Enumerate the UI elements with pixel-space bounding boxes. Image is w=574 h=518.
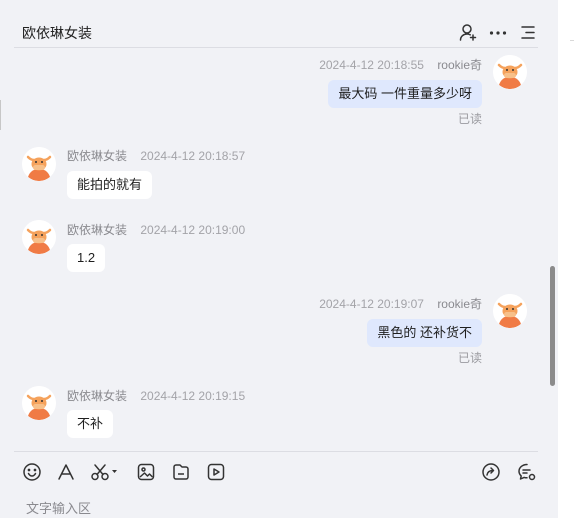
sender-name: 欧依琳女装 [67, 389, 128, 403]
read-status: 已读 [457, 351, 482, 365]
sender-name: rookie奇 [437, 58, 482, 72]
chat-settings-icon[interactable] [517, 462, 537, 482]
message-time: 2024-4-12 20:18:55 [319, 58, 424, 72]
ox-avatar-icon [493, 55, 527, 89]
message-time: 2024-4-12 20:19:15 [140, 389, 246, 403]
ox-avatar-icon [493, 294, 527, 328]
share-icon[interactable] [481, 462, 501, 482]
image-icon[interactable] [136, 462, 156, 482]
avatar[interactable] [22, 386, 56, 420]
message-meta: 欧依琳女装 2024-4-12 20:19:00 [67, 221, 245, 238]
message-meta: 欧依琳女装 2024-4-12 20:18:57 [67, 147, 245, 164]
ox-avatar-icon [22, 220, 56, 254]
ox-avatar-icon [22, 386, 56, 420]
avatar[interactable] [22, 220, 56, 254]
message-time: 2024-4-12 20:19:00 [140, 223, 246, 237]
message-time: 2024-4-12 20:19:07 [319, 297, 424, 311]
video-icon[interactable] [206, 462, 226, 482]
message-bubble[interactable]: 1.2 [67, 244, 106, 272]
sender-name: 欧依琳女装 [67, 223, 128, 237]
avatar[interactable] [493, 55, 527, 89]
message-time: 2024-4-12 20:18:57 [140, 149, 246, 163]
font-icon[interactable] [56, 462, 76, 482]
add-user-icon[interactable] [458, 22, 478, 42]
list-menu-icon[interactable] [518, 22, 538, 42]
message-bubble[interactable]: 黑色的 还补货不 [367, 319, 482, 347]
edge-tick [570, 40, 574, 41]
read-status: 已读 [457, 112, 482, 126]
more-icon[interactable] [488, 22, 508, 42]
header-divider [14, 47, 538, 48]
avatar[interactable] [493, 294, 527, 328]
file-icon[interactable] [171, 462, 191, 482]
ox-avatar-icon [22, 147, 56, 181]
message-meta: 欧依琳女装 2024-4-12 20:19:15 [67, 387, 245, 404]
message-input-area[interactable]: 文字输入区 [26, 498, 91, 517]
message-bubble[interactable]: 不补 [67, 410, 114, 438]
left-edge-marker [0, 100, 1, 130]
message-bubble[interactable]: 最大码 一件重量多少呀 [328, 80, 482, 108]
sender-name: rookie奇 [437, 297, 482, 311]
chat-header: 欧依琳女装 [0, 0, 558, 48]
scissors-icon[interactable] [90, 462, 120, 482]
avatar[interactable] [22, 147, 56, 181]
chat-title: 欧依琳女装 [22, 25, 92, 41]
right-border-strip [558, 0, 574, 518]
toolbar-divider [14, 451, 538, 452]
emoji-icon[interactable] [22, 462, 42, 482]
chat-panel: 欧依琳女装 2024-4-12 20:18:55 rookie奇 最大码 一件重… [0, 0, 558, 518]
message-meta: 2024-4-12 20:18:55 rookie奇 [319, 56, 482, 73]
message-bubble[interactable]: 能拍的就有 [67, 171, 153, 199]
sender-name: 欧依琳女装 [67, 149, 128, 163]
message-meta: 2024-4-12 20:19:07 rookie奇 [319, 295, 482, 312]
scrollbar-thumb[interactable] [550, 266, 555, 386]
